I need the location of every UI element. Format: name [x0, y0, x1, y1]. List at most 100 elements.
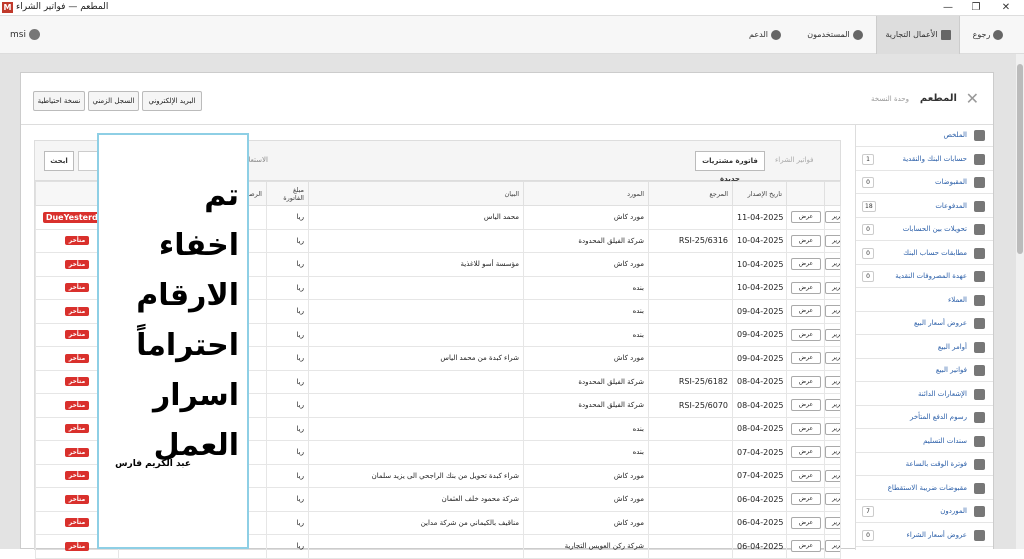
date-cell: 09-04-2025 — [732, 322, 787, 347]
reference-cell — [648, 487, 733, 512]
tab-business[interactable]: الأعمال التجارية — [876, 16, 960, 54]
view-button[interactable]: عرض — [791, 422, 821, 435]
view-button[interactable]: عرض — [791, 540, 821, 553]
view-button[interactable]: عرض — [791, 352, 821, 365]
edit-button[interactable]: تحرير — [825, 258, 840, 271]
sidebar-item[interactable]: مقبوضات ضريبة الاستقطاع — [856, 478, 993, 500]
reference-cell — [648, 252, 733, 277]
view-button[interactable]: عرض — [791, 281, 821, 294]
edit-button[interactable]: تحرير — [825, 352, 840, 365]
sidebar-item[interactable]: رسوم الدفع المتأخر — [856, 407, 993, 429]
sidebar-item[interactable]: عهدة المصروفات النقدية 0 — [856, 266, 993, 288]
view-button[interactable]: عرض — [791, 258, 821, 271]
column-header[interactable]: المورد — [523, 181, 649, 206]
tab-users[interactable]: المستخدمون — [800, 16, 870, 54]
reference-cell — [648, 416, 733, 441]
edit-button[interactable]: تحرير — [825, 211, 840, 224]
column-header[interactable]: المرجع — [648, 181, 733, 206]
edit-button[interactable]: تحرير — [825, 469, 840, 482]
edit-button[interactable]: تحرير — [825, 446, 840, 459]
column-header[interactable]: مبلغ الفاتورة — [266, 181, 309, 206]
view-button[interactable]: عرض — [791, 211, 821, 224]
sidebar-item[interactable]: الإشعارات الدائنة — [856, 384, 993, 406]
edit-button[interactable]: تحرير — [825, 516, 840, 529]
users-icon — [852, 29, 863, 40]
reference-cell — [648, 346, 733, 371]
view-button[interactable]: عرض — [791, 375, 821, 388]
new-purchase-invoice-button[interactable]: فاتورة مشتريات جديدة — [695, 151, 765, 183]
customers-icon — [974, 294, 985, 306]
scrollbar-thumb[interactable] — [1017, 64, 1023, 254]
view-button[interactable]: عرض — [791, 516, 821, 529]
sidebar-item-label: العملاء — [948, 295, 967, 304]
monitor-icon — [974, 130, 985, 141]
restore-button[interactable]: ❐ — [962, 1, 990, 15]
sidebar-item[interactable]: عروض أسعار البيع — [856, 313, 993, 335]
sidebar-item[interactable]: عروض أسعار الشراء 0 — [856, 525, 993, 547]
view-cell: عرض — [786, 275, 825, 300]
sidebar-item[interactable]: فواتير البيع — [856, 360, 993, 382]
edit-cell: تحرير — [824, 487, 841, 512]
sidebar-item[interactable]: العملاء — [856, 290, 993, 312]
sidebar-item-label: حسابات البنك والنقدية — [902, 154, 967, 163]
email-button[interactable]: البريد الإلكتروني — [142, 91, 202, 111]
edit-button[interactable]: تحرير — [825, 305, 840, 318]
edit-button[interactable]: تحرير — [825, 399, 840, 412]
tab-support[interactable]: الدعم — [740, 16, 790, 54]
edit-button[interactable]: تحرير — [825, 375, 840, 388]
sidebar-item[interactable]: الموردون 7 — [856, 501, 993, 523]
edit-cell: تحرير — [824, 322, 841, 347]
edit-button[interactable]: تحرير — [825, 234, 840, 247]
view-button[interactable]: عرض — [791, 446, 821, 459]
sidebar-count: 18 — [862, 200, 876, 212]
edit-button[interactable]: تحرير — [825, 328, 840, 341]
column-header[interactable]: البيان — [308, 181, 524, 206]
reference-cell — [648, 322, 733, 347]
close-window-button[interactable]: ✕ — [992, 1, 1020, 15]
edit-button[interactable]: تحرير — [825, 540, 840, 553]
date-cell: 08-04-2025 — [732, 393, 787, 418]
purchase-quote-icon — [974, 529, 985, 541]
back-button[interactable]: رجوع — [960, 16, 1016, 54]
view-button[interactable]: عرض — [791, 328, 821, 341]
sidebar-item-label: عهدة المصروفات النقدية — [895, 272, 967, 280]
edit-button[interactable]: تحرير — [825, 422, 840, 435]
search-button[interactable]: ابحث — [44, 151, 74, 171]
scrollbar[interactable] — [1016, 54, 1024, 549]
edit-cell: تحرير — [824, 369, 841, 394]
minimize-button[interactable]: — — [934, 1, 962, 15]
sidebar-item[interactable]: تحويلات بين الحسابات 0 — [856, 219, 993, 241]
sidebar-item[interactable]: أوامر البيع — [856, 337, 993, 359]
supplier-cell: مورد كاش — [523, 487, 649, 512]
sidebar: الملخص حسابات البنك والنقدية 1 المقبوضات 0 ال… — [855, 125, 993, 550]
view-button[interactable]: عرض — [791, 493, 821, 506]
view-button[interactable]: عرض — [791, 399, 821, 412]
column-header[interactable] — [824, 181, 841, 206]
column-header[interactable]: تاريخ الإصدار — [732, 181, 787, 206]
sidebar-item[interactable]: حسابات البنك والنقدية 1 — [856, 149, 993, 171]
sidebar-item[interactable]: سندات التسليم — [856, 431, 993, 453]
view-cell: عرض — [786, 440, 825, 465]
timeline-button[interactable]: السجل الزمني — [88, 91, 139, 111]
window-title: المطعم — فواتير الشراء — [16, 2, 109, 12]
sidebar-item[interactable]: فوترة الوقت بالساعة — [856, 454, 993, 476]
view-cell: عرض — [786, 393, 825, 418]
edit-cell: تحرير — [824, 275, 841, 300]
check-icon — [974, 247, 985, 259]
close-business-icon[interactable]: ✕ — [966, 89, 979, 108]
column-header[interactable] — [786, 181, 825, 206]
sidebar-item[interactable]: المقبوضات 0 — [856, 172, 993, 194]
date-cell: 08-04-2025 — [732, 416, 787, 441]
edit-button[interactable]: تحرير — [825, 493, 840, 506]
backup-button[interactable]: نسخة احتياطية — [33, 91, 85, 111]
view-cell: عرض — [786, 510, 825, 535]
view-button[interactable]: عرض — [791, 469, 821, 482]
view-button[interactable]: عرض — [791, 234, 821, 247]
sidebar-item[interactable]: مطابقات حساب البنك 0 — [856, 243, 993, 265]
status-badge: متأخر — [64, 330, 90, 340]
view-button[interactable]: عرض — [791, 305, 821, 318]
edit-button[interactable]: تحرير — [825, 281, 840, 294]
user-menu[interactable]: msi — [10, 16, 40, 54]
sidebar-item[interactable]: المدفوعات 18 — [856, 196, 993, 218]
sidebar-item[interactable]: الملخص — [856, 125, 993, 147]
